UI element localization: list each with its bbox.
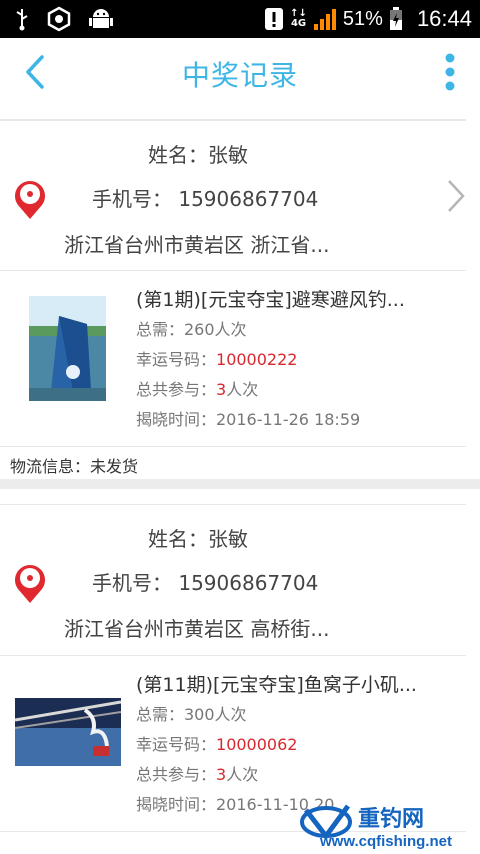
divider [0, 504, 466, 505]
phone-row: 手机号： 15906867704 [92, 567, 318, 596]
android-icon [88, 6, 114, 32]
page-title: 中奖记录 [181, 59, 298, 92]
participation-count: 3 [216, 765, 227, 784]
phone-row: 手机号： 15906867704 [92, 183, 318, 212]
reveal-time: 揭晓时间：2016-11-26 18:59 [136, 410, 361, 429]
phone-label: 手机号： [92, 571, 172, 595]
location-pin-icon [12, 561, 48, 605]
product-title: (第1期)[元宝夺宝]避寒避风钓... [136, 289, 405, 311]
winner-name: 姓名：张敏 [148, 527, 248, 551]
participation-unit: 人次 [226, 380, 259, 399]
network-4g-icon: ↑↓ 4G [290, 8, 307, 29]
participation-count: 3 [216, 380, 227, 399]
app-bar: 中奖记录 [0, 38, 480, 106]
product-title: (第11期)[元宝夺宝]鱼窝子小矶... [136, 674, 417, 696]
more-menu-button[interactable] [442, 52, 458, 92]
participation-label: 总共参与： [136, 765, 217, 784]
product-image [29, 296, 106, 401]
phone-number: 15906867704 [178, 571, 319, 595]
address: 浙江省台州市黄岩区 浙江省... [64, 233, 330, 257]
chevron-right-icon [448, 180, 465, 212]
watermark-brand: 重钓网 [358, 806, 424, 831]
lucky-number-row: 幸运号码：10000222 [136, 346, 297, 370]
participation-row: 总共参与：3人次 [136, 376, 258, 400]
location-pin-icon [12, 177, 48, 221]
participation-label: 总共参与： [136, 380, 217, 399]
address: 浙江省台州市黄岩区 高桥街... [64, 617, 330, 641]
alert-icon [264, 7, 284, 31]
participation-unit: 人次 [226, 765, 259, 784]
phone-label: 手机号： [92, 187, 172, 211]
lucky-number-label: 幸运号码： [136, 350, 217, 369]
address-detail-button[interactable] [446, 179, 466, 213]
total-needed: 总需：300人次 [136, 705, 247, 724]
more-vertical-icon [445, 53, 455, 91]
lucky-number: 10000062 [216, 735, 298, 754]
phone-number: 15906867704 [178, 187, 319, 211]
section-gap [0, 479, 480, 489]
watermark-url: www.cqfishing.net [319, 833, 452, 850]
battery-icon [389, 7, 403, 31]
battery-percent: 51% [342, 7, 383, 30]
status-bar: ↑↓ 4G 51% 16:44 [0, 0, 480, 38]
lucky-number: 10000222 [216, 350, 298, 369]
logistics-status: 物流信息：未发货 [10, 457, 139, 476]
product-item[interactable]: (第1期)[元宝夺宝]避寒避风钓... 总需：260人次 幸运号码：100002… [0, 271, 466, 447]
clock: 16:44 [416, 6, 472, 31]
lucky-number-label: 幸运号码： [136, 735, 217, 754]
winner-name: 姓名：张敏 [148, 143, 248, 167]
site-watermark: 重钓网 www.cqfishing.net [296, 800, 476, 850]
lucky-number-row: 幸运号码：10000062 [136, 731, 297, 755]
hexagon-notification-icon [46, 6, 72, 32]
divider [0, 119, 466, 121]
usb-icon [14, 7, 30, 31]
divider [0, 446, 466, 447]
total-needed: 总需：260人次 [136, 320, 247, 339]
signal-icon [313, 8, 337, 30]
product-image [15, 698, 121, 766]
participation-row: 总共参与：3人次 [136, 761, 258, 785]
